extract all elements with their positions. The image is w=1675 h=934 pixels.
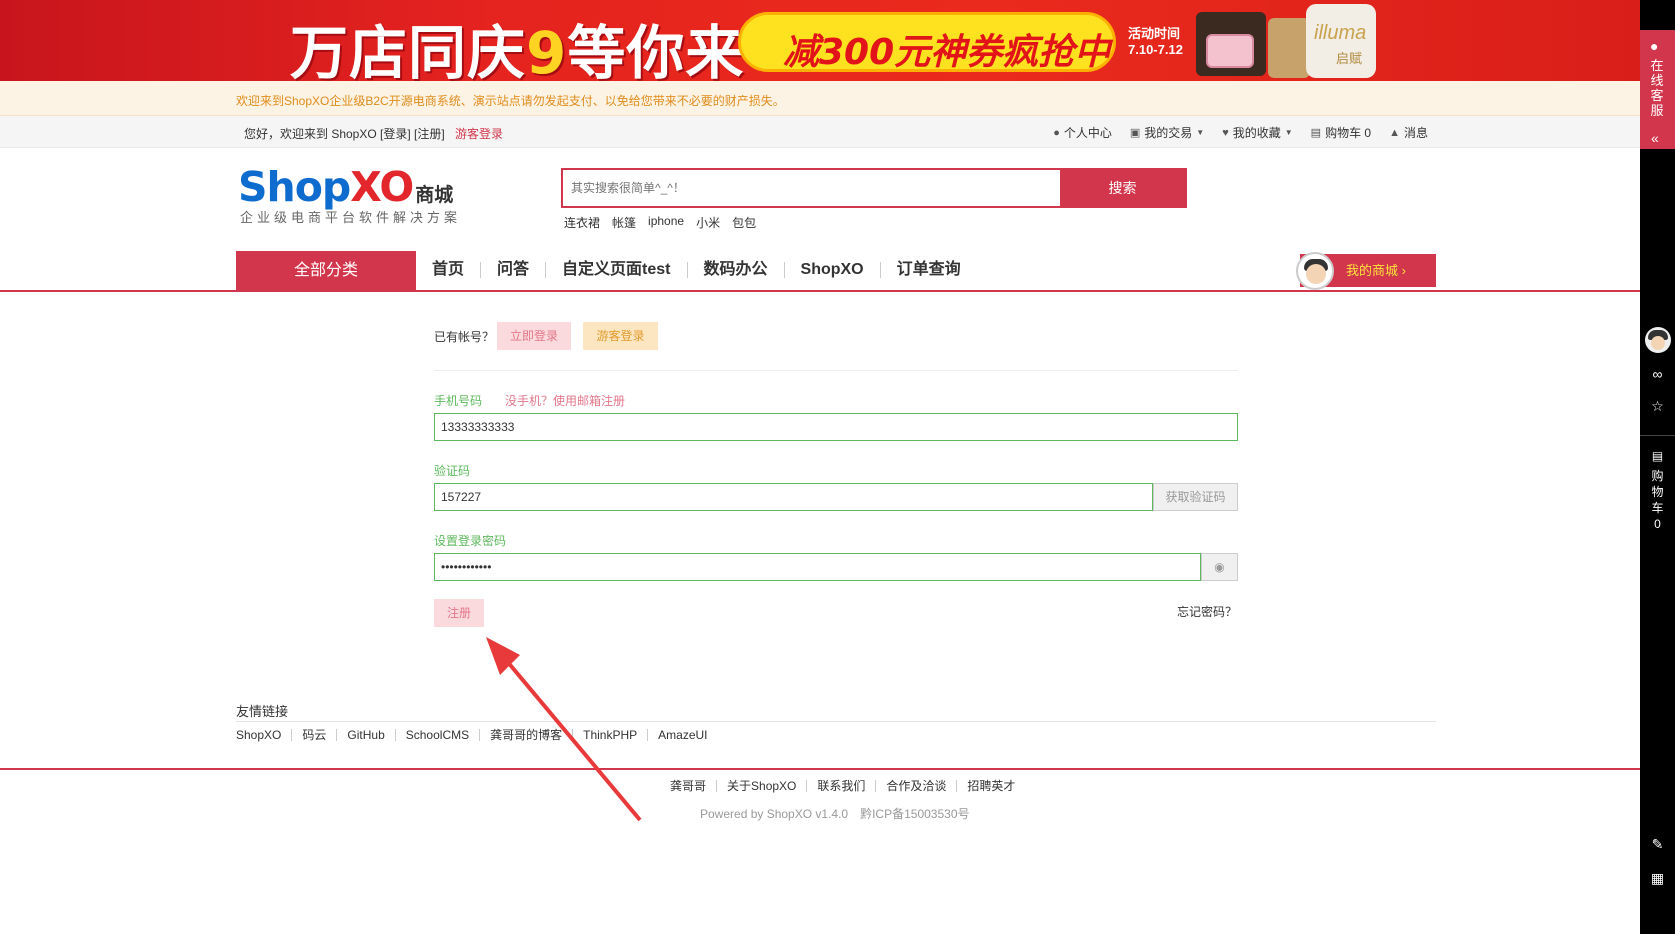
welcome-text[interactable]: 您好，欢迎来到 ShopXO [登录] [注册]: [244, 125, 445, 142]
nav-item-qa[interactable]: 问答: [481, 262, 547, 278]
guest-login-link[interactable]: 游客登录: [455, 125, 503, 142]
my-trades-link[interactable]: ▣ 我的交易 ▼: [1130, 124, 1204, 141]
footer-links: 龚哥哥 关于ShopXO 联系我们 合作及洽谈 招聘英才: [660, 780, 1025, 792]
show-password-button[interactable]: ◉: [1201, 553, 1238, 581]
footer-link[interactable]: 联系我们: [807, 780, 877, 792]
hot-word[interactable]: 包包: [732, 214, 756, 231]
sidebar-cart-button[interactable]: ▤ 购物车 0: [1640, 448, 1675, 532]
code-field[interactable]: 157227: [434, 483, 1153, 511]
chevron-right-icon: ›: [1401, 263, 1406, 278]
powered-by-text[interactable]: Powered by ShopXO v1.4.0: [700, 807, 848, 821]
friend-links: ShopXO 码云 GitHub SchoolCMS 龚哥哥的博客 ThinkP…: [236, 729, 718, 741]
cart-link[interactable]: ▤ 购物车 0: [1311, 124, 1371, 141]
nav-item-custom-page[interactable]: 自定义页面test: [546, 262, 688, 278]
banner-promo-pill: 减300元神券疯抢中: [738, 12, 1116, 73]
nav-item-digital-office[interactable]: 数码办公: [688, 262, 785, 278]
caret-down-icon: ▼: [1196, 128, 1205, 137]
avatar[interactable]: [1296, 252, 1334, 290]
footer-link[interactable]: 关于ShopXO: [717, 780, 808, 792]
double-chevron-left-icon: «: [1651, 130, 1659, 146]
top-bar: 您好，欢迎来到 ShopXO [登录] [注册] 游客登录 ● 个人中心 ▣ 我的交…: [0, 116, 1640, 148]
bell-icon: ▲: [1389, 126, 1400, 139]
main-nav: 首页 问答 自定义页面test 数码办公 ShopXO 订单查询: [416, 262, 977, 278]
search-button[interactable]: 搜索: [1060, 170, 1185, 206]
login-now-button[interactable]: 立即登录: [497, 322, 571, 350]
register-button[interactable]: 注册: [434, 599, 484, 627]
notice-text: 欢迎来到ShopXO企业级B2C开源电商系统、演示站点请勿发起支付、以免给您带来…: [236, 94, 785, 108]
footer-divider: [0, 768, 1640, 770]
eye-icon: ◉: [1214, 560, 1225, 574]
friend-link[interactable]: GitHub: [337, 729, 396, 741]
logo-slogan: 企业级电商平台软件解决方案: [240, 210, 462, 225]
footer-link[interactable]: 合作及洽谈: [876, 780, 958, 792]
icp-link[interactable]: 黔ICP备15003530号: [860, 807, 969, 821]
search-box: 搜索: [561, 168, 1187, 208]
my-favorites-link[interactable]: ♥ 我的收藏 ▼: [1222, 124, 1292, 141]
divider: [1640, 435, 1675, 436]
phone-field[interactable]: 13333333333: [434, 413, 1238, 441]
online-service-button[interactable]: ● 在线客服 «: [1640, 30, 1675, 149]
friend-link[interactable]: ThinkPHP: [573, 729, 649, 741]
site-logo[interactable]: ShopXO 商城 企业级电商平台软件解决方案: [238, 163, 457, 225]
have-account-text: 已有帐号？: [434, 330, 495, 344]
friend-link[interactable]: SchoolCMS: [396, 729, 481, 741]
promo-banner[interactable]: 万店同庆9等你来 减300元神券疯抢中 活动时间 7.10-7.12 illum…: [0, 0, 1640, 81]
password-label: 设置登录密码: [434, 534, 507, 548]
right-toolbar: ● 在线客服 « ∞ ☆ ▤ 购物车 0 ✎ ▦: [1640, 0, 1675, 934]
friend-link[interactable]: ShopXO: [236, 729, 293, 741]
cube-icon: ▣: [1129, 127, 1141, 139]
search-input[interactable]: [563, 170, 1060, 206]
banner-title: 万店同庆9等你来: [290, 19, 745, 81]
banner-products-image: illuma 启赋: [1196, 4, 1386, 80]
phone-label: 手机号码: [434, 394, 483, 408]
forgot-password-link[interactable]: 忘记密码？: [1177, 603, 1237, 620]
top-links: ● 个人中心 ▣ 我的交易 ▼ ♥ 我的收藏 ▼ ▤ 购物车 0 ▲ 消息: [1053, 124, 1428, 141]
footer-link[interactable]: 招聘英才: [957, 780, 1025, 792]
nav-item-home[interactable]: 首页: [416, 262, 482, 278]
cart-icon: ▤: [1310, 127, 1322, 139]
notice-bar: 欢迎来到ShopXO企业级B2C开源电商系统、演示站点请勿发起支付、以免给您带来…: [0, 81, 1640, 116]
personal-center-link[interactable]: ● 个人中心: [1053, 124, 1112, 141]
history-icon[interactable]: ∞: [1640, 366, 1675, 382]
hot-words: 连衣裙 帐篷 iphone 小米 包包: [564, 214, 756, 231]
hot-word[interactable]: 连衣裙: [564, 214, 600, 231]
caret-down-icon: ▼: [1284, 128, 1293, 137]
messages-link[interactable]: ▲ 消息: [1389, 124, 1428, 141]
heart-icon: ♥: [1222, 126, 1229, 139]
password-field[interactable]: ••••••••••••: [434, 553, 1201, 581]
email-register-link[interactable]: 没手机？使用邮箱注册: [505, 392, 625, 409]
edit-icon[interactable]: ✎: [1640, 836, 1675, 853]
friend-link[interactable]: 龚哥哥的博客: [480, 729, 574, 741]
service-icon: ●: [1650, 38, 1659, 54]
friend-link[interactable]: 码云: [292, 729, 338, 741]
guest-login-button[interactable]: 游客登录: [583, 322, 658, 350]
copyright: Powered by ShopXO v1.4.0 黔ICP备15003530号: [700, 805, 970, 822]
nav-item-shopxo[interactable]: ShopXO: [785, 262, 881, 278]
sidebar-avatar[interactable]: [1645, 327, 1671, 353]
nav-item-order-query[interactable]: 订单查询: [881, 262, 977, 278]
friend-links-title: 友情链接: [236, 704, 289, 719]
page: 万店同庆9等你来 减300元神券疯抢中 活动时间 7.10-7.12 illum…: [0, 0, 1675, 934]
qrcode-icon[interactable]: ▦: [1640, 870, 1675, 887]
all-categories-button[interactable]: 全部分类: [236, 251, 416, 291]
star-icon[interactable]: ☆: [1640, 398, 1675, 415]
friend-link[interactable]: AmazeUI: [648, 729, 717, 741]
banner-time: 活动时间 7.10-7.12: [1128, 26, 1183, 57]
hot-word[interactable]: iphone: [648, 214, 684, 231]
hot-word[interactable]: 小米: [696, 214, 720, 231]
get-code-button[interactable]: 获取验证码: [1153, 483, 1238, 511]
divider: [236, 721, 1436, 722]
cart-icon: ▤: [1651, 449, 1664, 463]
code-label: 验证码: [434, 464, 471, 478]
hot-word[interactable]: 帐篷: [612, 214, 636, 231]
user-icon: ●: [1053, 126, 1060, 139]
footer-link[interactable]: 龚哥哥: [660, 780, 718, 792]
divider: [434, 370, 1238, 371]
